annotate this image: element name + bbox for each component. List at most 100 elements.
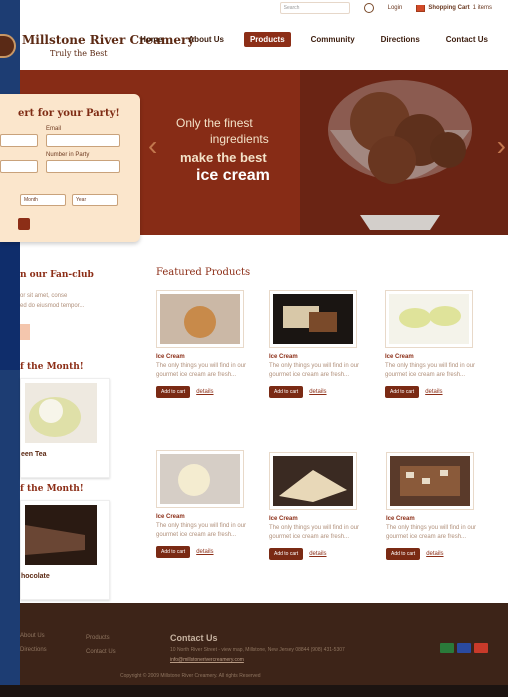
product-description: The only things you will find in our gou… <box>156 523 247 538</box>
ice-cream-bowl-image <box>328 80 472 230</box>
nav-home[interactable]: Home <box>134 32 168 47</box>
product-image[interactable] <box>385 290 473 348</box>
cart-count: 1 items <box>472 5 492 11</box>
details-link[interactable]: details <box>425 389 442 395</box>
footer-link-contact[interactable]: Contact Us <box>86 649 116 655</box>
search-icon[interactable] <box>363 3 374 13</box>
mastercard-icon <box>440 643 454 653</box>
fanclub-button[interactable] <box>20 324 30 340</box>
product-name[interactable]: Ice Cream <box>156 514 256 520</box>
product-name[interactable]: Ice Cream <box>269 516 369 522</box>
number-in-party-field[interactable] <box>46 160 120 173</box>
product-card-5: Ice Cream The only things you will find … <box>269 452 369 560</box>
flavor-month-card-1[interactable]: een Tea <box>20 378 110 478</box>
product-description: The only things you will find in our gou… <box>269 525 360 540</box>
product-card-2: Ice Cream The only things you will find … <box>269 290 369 398</box>
product-image[interactable] <box>156 290 244 348</box>
green-tea-image <box>25 383 97 443</box>
fanclub-text-1: or sit amet, conse <box>20 293 68 299</box>
flavor-month-caption-2: hocolate <box>21 573 50 580</box>
product-image[interactable] <box>156 450 244 508</box>
cart-icon <box>416 4 426 12</box>
shopping-cart-link[interactable]: Shopping Cart 1 items <box>416 4 492 12</box>
reservation-title: ert for your Party! <box>18 108 120 119</box>
details-link[interactable]: details <box>196 389 213 395</box>
email-field[interactable] <box>46 134 120 147</box>
product-description: The only things you will find in our gou… <box>156 363 247 378</box>
name-field[interactable] <box>0 134 38 147</box>
site-footer: About Us Directions Products Contact Us … <box>20 603 508 685</box>
logo-seal-icon <box>0 33 16 58</box>
hero-line-3: make the best <box>180 150 267 165</box>
slider-prev-icon[interactable]: ‹ <box>148 130 157 162</box>
product-card-3: Ice Cream The only things you will find … <box>385 290 485 398</box>
add-to-cart-button[interactable]: Add to cart <box>269 548 304 560</box>
hero-line-4: ice cream <box>196 167 270 184</box>
nav-about-us[interactable]: About Us <box>182 32 230 47</box>
footer-link-about[interactable]: About Us <box>20 633 45 639</box>
bottom-strip <box>0 685 508 697</box>
search-input[interactable]: Search <box>279 2 350 14</box>
add-to-cart-button[interactable]: Add to cart <box>385 386 420 398</box>
brand-tagline: Truly the Best <box>50 49 108 58</box>
page: Search Login Shopping Cart 1 items Mills… <box>0 0 508 697</box>
footer-link-directions[interactable]: Directions <box>20 647 47 653</box>
footer-email-link[interactable]: info@millstonerivercreamery.com <box>170 657 244 663</box>
details-link[interactable]: details <box>309 389 326 395</box>
main-nav: Home About Us Products Community Directi… <box>134 32 494 47</box>
details-link[interactable]: details <box>196 549 213 555</box>
product-name[interactable]: Ice Cream <box>385 354 485 360</box>
amex-icon <box>474 643 488 653</box>
payment-icons <box>440 643 488 653</box>
flavor-month-caption-1: een Tea <box>21 451 47 458</box>
footer-address: 10 North River Street - view map, Millst… <box>170 647 345 653</box>
product-description: The only things you will find in our gou… <box>386 525 477 540</box>
shopping-cart-label: Shopping Cart <box>428 5 470 11</box>
slider-next-icon[interactable]: › <box>497 130 506 162</box>
number-in-party-label: Number in Party <box>46 152 90 158</box>
visa-icon <box>457 643 471 653</box>
fanclub-title: n our Fan-club <box>20 270 94 280</box>
site-header: Millstone River Creamery Truly the Best … <box>0 28 508 72</box>
product-image[interactable] <box>386 452 474 510</box>
nav-community[interactable]: Community <box>305 32 361 47</box>
product-name[interactable]: Ice Cream <box>156 354 256 360</box>
featured-products-title: Featured Products <box>156 267 251 278</box>
product-name[interactable]: Ice Cream <box>386 516 486 522</box>
email-label: Email <box>46 126 62 132</box>
add-to-cart-button[interactable]: Add to cart <box>156 546 191 558</box>
flavor-month-card-2[interactable]: hocolate <box>20 500 110 600</box>
month-select[interactable]: Month <box>20 194 66 206</box>
chocolate-image <box>25 505 97 565</box>
party-reservation-panel: ert for your Party! Email Number in Part… <box>0 94 140 242</box>
flavor-month-title-2: f the Month! <box>20 484 84 494</box>
login-link[interactable]: Login <box>388 5 403 11</box>
product-description: The only things you will find in our gou… <box>385 363 476 378</box>
fanclub-text-2: ed do eiusmod tempor... <box>20 303 85 309</box>
utility-bar: Search Login Shopping Cart 1 items <box>279 2 492 14</box>
footer-copyright: Copyright © 2009 Millstone River Creamer… <box>120 673 261 679</box>
hero-line-1: Only the finest <box>176 116 253 130</box>
add-to-cart-button[interactable]: Add to cart <box>386 548 421 560</box>
nav-directions[interactable]: Directions <box>375 32 426 47</box>
product-name[interactable]: Ice Cream <box>269 354 369 360</box>
hero-line-2: ingredients <box>210 132 269 146</box>
product-image[interactable] <box>269 452 357 510</box>
nav-products[interactable]: Products <box>243 32 291 47</box>
product-description: The only things you will find in our gou… <box>269 363 360 378</box>
product-image[interactable] <box>269 290 357 348</box>
add-to-cart-button[interactable]: Add to cart <box>156 386 191 398</box>
year-select[interactable]: Year <box>72 194 118 206</box>
flavor-month-title-1: f the Month! <box>20 362 84 372</box>
product-card-4: Ice Cream The only things you will find … <box>156 450 256 558</box>
nav-contact-us[interactable]: Contact Us <box>440 32 494 47</box>
product-card-6: Ice Cream The only things you will find … <box>386 452 486 560</box>
footer-contact-title: Contact Us <box>170 633 218 643</box>
footer-link-products[interactable]: Products <box>86 635 110 641</box>
product-card-1: Ice Cream The only things you will find … <box>156 290 256 398</box>
details-link[interactable]: details <box>309 551 326 557</box>
add-to-cart-button[interactable]: Add to cart <box>269 386 304 398</box>
submit-button[interactable] <box>18 218 30 230</box>
details-link[interactable]: details <box>426 551 443 557</box>
phone-field[interactable] <box>0 160 38 173</box>
